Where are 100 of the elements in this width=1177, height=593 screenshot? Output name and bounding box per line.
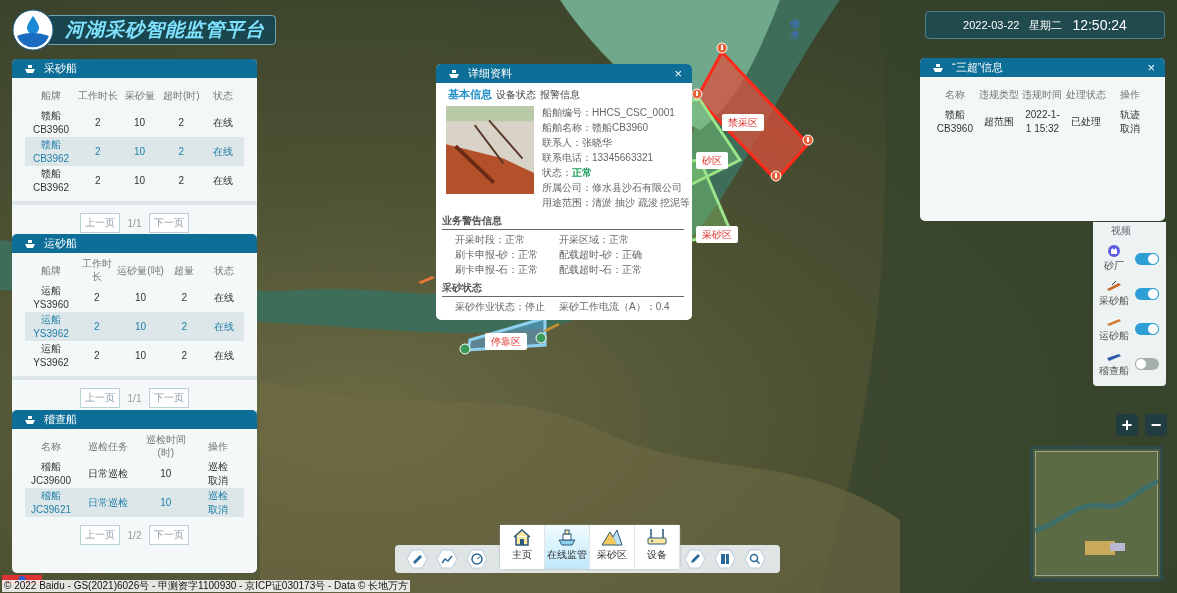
nav-tab[interactable]: 采砂区	[590, 525, 635, 569]
home-icon	[512, 528, 532, 546]
column-header: 采砂量	[123, 88, 156, 102]
table-cell-text: 2	[180, 348, 189, 363]
column-header: 工作时长	[77, 88, 119, 102]
column-header: 巡检时间(时)	[144, 433, 187, 459]
layer-label: 运砂船	[1099, 329, 1129, 343]
layer-label: 稽查船	[1099, 364, 1129, 378]
column-header: 名称	[40, 439, 62, 453]
table-row[interactable]: 运船 YS3962 2 10 2 在线	[25, 312, 244, 341]
location-pin-icon	[770, 170, 782, 182]
table-cell-text: 日常巡检	[87, 495, 130, 510]
table-cell-text: 运船 YS3962	[32, 342, 70, 369]
table-row[interactable]: 赣船 CB3962 2 10 2 在线	[25, 137, 244, 166]
search-icon[interactable]	[745, 549, 765, 569]
table-row[interactable]: 稽船 JC39600 日常巡检 10 巡检 取消	[25, 459, 244, 488]
table-row[interactable]: 赣船 CB3962 2 10 2 在线	[25, 166, 244, 195]
nav-tab[interactable]: 在线监管	[545, 525, 590, 569]
table-cell-text: 稽船 JC39621	[30, 489, 72, 516]
location-pin-icon	[535, 332, 547, 344]
table-cell-text: 2	[93, 348, 101, 363]
status-item: 配载超时-砂：正确	[559, 248, 644, 262]
action-link[interactable]: 轨迹	[1120, 108, 1141, 122]
table-cell-text: 稽船 JC39600	[30, 460, 72, 487]
factory-icon	[1108, 245, 1120, 257]
table-cell-text: 2	[177, 144, 186, 159]
nav-tab[interactable]: 主页	[500, 525, 545, 569]
layer-toggle[interactable]	[1135, 253, 1159, 265]
table-cell-text: 2	[180, 319, 189, 334]
table-cell-text: 10	[133, 173, 147, 188]
zone-label: 禁采区	[722, 114, 764, 131]
map-copyright: © 2022 Baidu - GS(2021)6026号 - 甲测资字1100930 - 京ICP证030173号 - Data © 长地万方	[2, 580, 411, 592]
table-row[interactable]: 稽船 JC39621 日常巡检 10 巡检 取消	[25, 488, 244, 517]
water-drop-logo-icon	[12, 9, 54, 51]
column-header: 船牌	[40, 263, 62, 277]
column-header: 处理状态	[1065, 87, 1108, 101]
zoom-out-button[interactable]: −	[1145, 414, 1167, 436]
table-cell-text: 10	[133, 144, 147, 159]
status-item: 开采区域：正常	[559, 233, 630, 247]
table-row[interactable]: 赣船 CB3960 超范围 2022-1-1 15:32 已处理 轨迹 取消	[933, 107, 1152, 136]
tab[interactable]: 报警信息	[540, 88, 580, 102]
time-text: 12:50:24	[1072, 17, 1127, 33]
panel-title: 详细资料	[468, 66, 513, 81]
status-item: 配载超时-石：正常	[559, 263, 644, 277]
nav-tab[interactable]: 设备	[635, 525, 680, 569]
table-cell-text: 10	[159, 495, 173, 510]
table-cell-text: 10	[134, 348, 148, 363]
location-pin-icon	[459, 343, 471, 355]
panel-title: “三超”信息	[952, 60, 1005, 75]
table-cell-text: 2	[94, 115, 102, 130]
table-cell-text: 运船 YS3962	[32, 313, 70, 340]
action-link[interactable]: 巡检	[207, 460, 228, 474]
table-cell-text: 日常巡检	[87, 466, 130, 481]
ship-icon	[24, 414, 36, 425]
action-link[interactable]: 取消	[1120, 121, 1141, 135]
mountain-icon	[601, 528, 623, 546]
column-header: 违规类型	[977, 87, 1020, 101]
table-row[interactable]: 运船 YS3960 2 10 2 在线	[25, 283, 244, 312]
layer-toggle[interactable]	[1135, 358, 1159, 370]
table-cell-text: 超范围	[982, 114, 1015, 129]
tab[interactable]: 基本信息	[448, 87, 492, 102]
table-cell-text: 2	[177, 173, 186, 188]
zone-label: 采砂区	[696, 226, 738, 243]
action-link[interactable]: 巡检	[207, 489, 228, 503]
layer-label: 采砂船	[1099, 294, 1129, 308]
date-text: 2022-03-22	[963, 19, 1020, 31]
table-cell-text: 赣船 CB3960	[31, 109, 71, 136]
location-pin-icon	[802, 134, 814, 146]
pencil-icon[interactable]	[685, 549, 705, 569]
zone-label: 砂区	[696, 152, 728, 169]
column-header: 巡检任务	[87, 439, 130, 453]
table-cell-text: 赣船 CB3962	[31, 167, 71, 194]
chart-icon[interactable]	[437, 549, 457, 569]
tab[interactable]: 设备状态	[496, 88, 536, 102]
layer-toggle[interactable]	[1135, 323, 1159, 335]
action-link[interactable]: 取消	[207, 502, 228, 516]
close-button[interactable]: ×	[674, 67, 682, 80]
table-cell-text: 2	[94, 173, 102, 188]
table-cell-text: 运船 YS3960	[32, 284, 70, 311]
boat-icon	[418, 276, 435, 284]
info-field: 船舶名称：赣船CB3960	[542, 121, 691, 135]
river-label: 修水	[790, 18, 800, 40]
table-cell-text: 赣船 CB3962	[31, 138, 71, 165]
column-header: 名称	[943, 87, 966, 101]
layer-toggle[interactable]	[1135, 288, 1159, 300]
table-row[interactable]: 运船 YS3962 2 10 2 在线	[25, 341, 244, 370]
close-button[interactable]: ×	[1147, 61, 1155, 74]
gauge-icon[interactable]	[467, 549, 487, 569]
page-indicator: 1/1	[127, 392, 142, 404]
panel-title: 采砂船	[44, 61, 78, 76]
action-link[interactable]: 取消	[207, 473, 228, 487]
boat-icon	[1106, 280, 1122, 292]
panel-title: 稽查船	[44, 412, 78, 427]
table-cell-text: 已处理	[1070, 114, 1103, 129]
table-cell-text: 10	[159, 466, 173, 481]
panel-title: 运砂船	[44, 236, 78, 251]
zoom-in-button[interactable]: +	[1116, 414, 1138, 436]
ship-icon	[24, 238, 36, 249]
table-row[interactable]: 赣船 CB3960 2 10 2 在线	[25, 108, 244, 137]
column-header: 运砂量(吨)	[116, 263, 165, 277]
